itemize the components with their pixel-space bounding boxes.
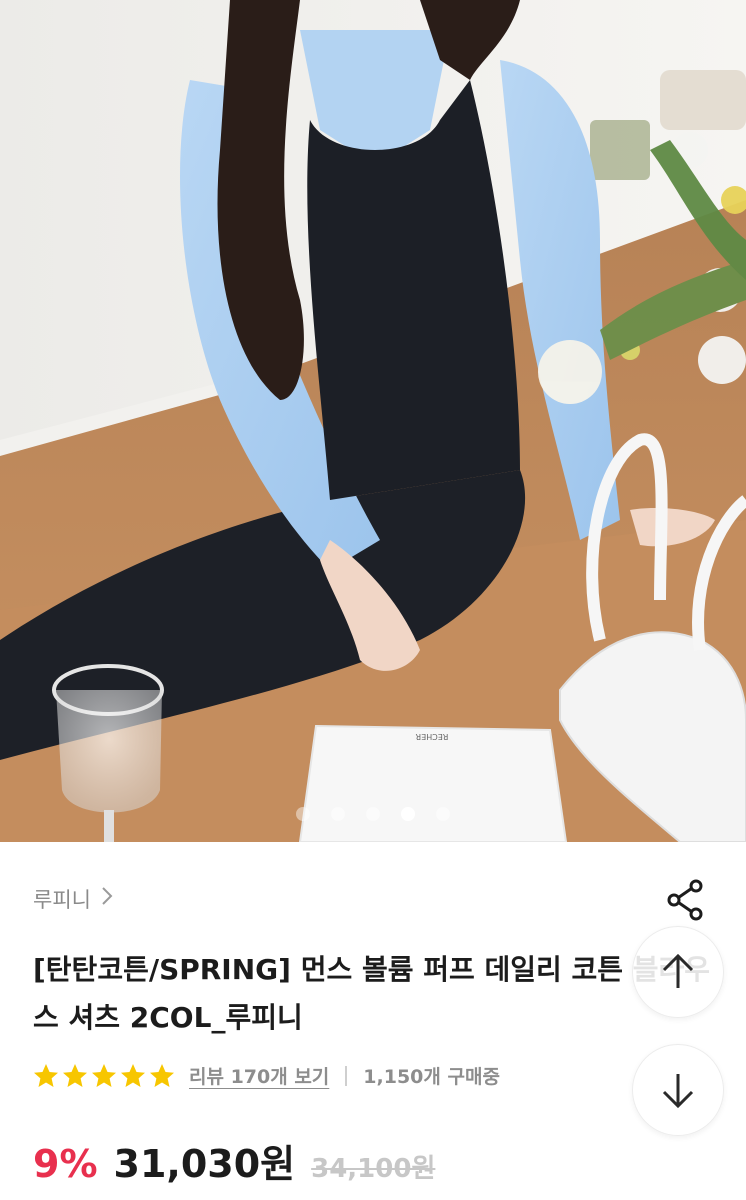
scroll-top-button[interactable] <box>632 926 724 1018</box>
star-icon <box>92 1063 116 1087</box>
arrow-up-icon <box>662 953 694 988</box>
chevron-right-icon <box>101 886 113 912</box>
gallery-dot[interactable] <box>366 807 380 821</box>
product-image-gallery[interactable]: RECHER <box>0 0 746 842</box>
sale-price: 31,030원 <box>113 1142 296 1186</box>
gallery-dot[interactable] <box>436 807 450 821</box>
purchase-count: 1,150개 구매중 <box>363 1066 500 1088</box>
card-brand-text: RECHER <box>415 732 448 741</box>
seller-link[interactable]: 루피니 <box>33 884 113 914</box>
share-icon[interactable] <box>664 878 708 922</box>
gallery-pagination[interactable] <box>0 804 746 824</box>
rating-stars <box>33 1063 175 1089</box>
price-row: 9% 31,030원 34,100원 <box>33 1133 435 1188</box>
arrow-down-icon <box>662 1074 694 1109</box>
product-photo: RECHER <box>0 0 746 842</box>
gallery-dot[interactable] <box>331 807 345 821</box>
divider <box>345 1065 348 1086</box>
gallery-dot[interactable] <box>296 807 310 821</box>
rating-row: 리뷰 170개 보기 1,150개 구매중 <box>33 1062 500 1089</box>
seller-name: 루피니 <box>33 888 91 912</box>
review-link[interactable]: 리뷰 170개 보기 <box>189 1062 329 1089</box>
product-title: [탄탄코튼/SPRING] 먼스 볼륨 퍼프 데일리 코튼 블라우스 셔츠 2C… <box>33 953 711 1034</box>
original-price: 34,100원 <box>311 1154 436 1184</box>
scroll-bottom-button[interactable] <box>632 1044 724 1136</box>
gallery-dot[interactable] <box>401 807 415 821</box>
star-icon <box>121 1063 145 1087</box>
star-icon <box>150 1063 174 1087</box>
star-icon <box>34 1063 58 1087</box>
discount-rate: 9% <box>33 1142 98 1186</box>
star-icon <box>63 1063 87 1087</box>
